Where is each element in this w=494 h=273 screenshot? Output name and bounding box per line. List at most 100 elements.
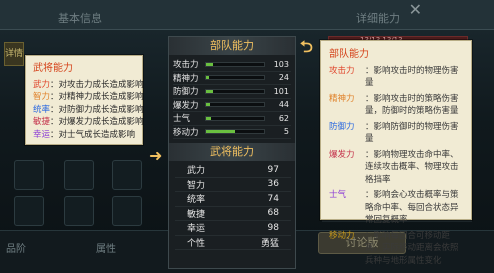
tooltip-row: 爆发力 ：影响物理攻击命中率、连续攻击概率、物理攻击格挡率	[329, 149, 465, 187]
tab-basic-info[interactable]: 基本信息	[58, 10, 102, 26]
stat-description: ：对攻击力成长造成影响	[50, 79, 144, 90]
stat-bar-fill	[206, 130, 235, 134]
unit-stat-label: 士气	[173, 114, 191, 125]
general-stat-row: 统率 74	[175, 192, 291, 207]
tooltip-row: 智力 ：对精神力成长造成影响	[33, 91, 144, 104]
stat-bar-fill	[206, 76, 209, 80]
stat-name: 智力	[33, 92, 51, 102]
general-stat-row: 武力 97	[175, 163, 291, 178]
stat-description: ：影响攻击时的策略伤害量，防御时的策略伤害量	[365, 93, 459, 117]
equipment-slot[interactable]	[14, 196, 44, 226]
stat-bar	[205, 115, 265, 121]
general-stat-row: 幸运 98	[175, 221, 291, 236]
stat-description: ：影响物理攻击命中率、连续攻击概率、物理攻击格挡率	[365, 149, 459, 185]
equipment-slot[interactable]	[14, 160, 44, 190]
tooltip-row: 武力 ：对攻击力成长造成影响	[33, 79, 144, 92]
unit-stat-row: 防御力 101	[173, 85, 291, 99]
general-stat-label: 敏捷	[187, 209, 206, 220]
general-stat-label: 智力	[187, 180, 206, 191]
stat-bar-fill	[206, 89, 213, 93]
unit-stat-row: 士气 62	[173, 112, 291, 126]
grade-label: 品阶	[6, 244, 26, 255]
unit-stat-value: 101	[273, 86, 289, 96]
stat-description: ：对爆发力成长造成影响	[50, 117, 144, 127]
stat-name: 移动力	[329, 230, 355, 241]
general-stat-row: 个性 勇猛	[175, 236, 291, 250]
general-stat-label: 个性	[187, 238, 206, 249]
stat-description: ：影响每回合可移动距离，实际移动距离会依照兵种与地形属性变化	[365, 230, 459, 266]
general-stat-label: 幸运	[187, 224, 206, 235]
unit-ability-tooltip: 部队能力 攻击力 ：影响攻击时的物理伤害量 精神力 ：影响攻击时的策略伤害量，防御时的…	[320, 40, 472, 266]
stat-description: ：对精神力成长造成影响	[50, 92, 144, 102]
stat-description: ：影响防御时的物理伤害量	[365, 121, 459, 145]
unit-stat-value: 44	[278, 100, 289, 110]
stats-panel: 部队能力 攻击力 103 精神力 24 防御力 101 爆发力 44 士气 62 移动力 5 武将能力…	[168, 36, 296, 269]
tooltip-title: 部队能力	[329, 49, 369, 60]
general-stat-value: 98	[267, 222, 279, 233]
stat-description: ：影响攻击时的物理伤害量	[365, 65, 459, 89]
stat-bar-fill	[206, 116, 212, 120]
unit-stat-label: 攻击力	[173, 60, 199, 71]
tooltip-row: 统率 ：对防御力成长造成影响	[33, 104, 144, 117]
stat-name: 攻击力	[329, 65, 355, 76]
unit-stat-label: 防御力	[173, 87, 199, 98]
general-stat-value: 68	[267, 208, 279, 219]
unit-stat-value: 62	[278, 113, 289, 123]
tooltip-row: 防御力 ：影响防御时的物理伤害量	[329, 121, 465, 146]
stat-description: ：对防御力成长造成影响	[50, 104, 144, 115]
equipment-slot[interactable]	[64, 160, 94, 190]
tooltip-title: 武将能力	[33, 63, 73, 74]
general-stat-row: 智力 36	[175, 178, 291, 192]
equipment-slot[interactable]	[64, 196, 94, 226]
general-stat-value: 勇猛	[260, 238, 279, 249]
equipment-slot[interactable]	[112, 160, 142, 190]
stat-name: 士气	[329, 190, 347, 200]
general-stat-label: 武力	[187, 166, 206, 177]
unit-stat-value: 103	[273, 59, 289, 69]
side-detail-button[interactable]: 详情	[4, 42, 24, 66]
general-stat-value: 74	[267, 193, 279, 204]
stat-name: 爆发力	[329, 149, 355, 160]
tooltip-row: 敏捷 ：对爆发力成长造成影响	[33, 116, 144, 129]
general-stat-value: 97	[267, 164, 279, 175]
unit-ability-header: 部队能力	[169, 37, 295, 55]
stat-bar	[205, 88, 265, 94]
general-stat-value: 36	[267, 179, 279, 190]
unit-stat-value: 5	[283, 127, 289, 137]
arrow-right-icon: ➜	[149, 146, 163, 165]
tooltip-row: 士气 ：影响会心攻击概率与策略命中率、每回合状态异常回复概率	[329, 189, 465, 227]
unit-stat-row: 爆发力 44	[173, 99, 291, 112]
stat-bar-fill	[206, 62, 213, 66]
stat-name: 防御力	[329, 121, 355, 132]
stat-name: 幸运	[33, 129, 51, 140]
stat-bar	[205, 61, 265, 67]
stat-bar	[205, 75, 265, 81]
attribute-label: 属性	[96, 244, 116, 255]
stat-description: ：影响会心攻击概率与策略命中率、每回合状态异常回复概率	[365, 190, 459, 225]
stat-bar-fill	[206, 103, 211, 107]
stat-description: ：对士气成长造成影响	[50, 129, 136, 140]
general-stat-row: 敏捷 68	[175, 207, 291, 221]
unit-stat-row: 精神力 24	[173, 72, 291, 85]
unit-stat-label: 爆发力	[173, 100, 199, 111]
stat-bar	[205, 102, 265, 108]
unit-stat-row: 攻击力 103	[173, 58, 291, 72]
general-stat-label: 统率	[187, 195, 206, 206]
stat-bar	[205, 129, 265, 135]
unit-stat-label: 精神力	[173, 73, 199, 84]
unit-stat-value: 24	[278, 73, 289, 83]
arrow-left-icon: ⮌	[300, 37, 313, 56]
stat-name: 统率	[33, 104, 51, 115]
tooltip-row: 攻击力 ：影响攻击时的物理伤害量	[329, 65, 465, 90]
tooltip-row: 幸运 ：对士气成长造成影响	[33, 129, 135, 142]
stat-name: 精神力	[329, 93, 355, 104]
unit-stat-label: 移动力	[173, 127, 199, 138]
stat-name: 敏捷	[33, 117, 51, 127]
equipment-slot[interactable]	[112, 196, 142, 226]
tooltip-row: 移动力 ：影响每回合可移动距离，实际移动距离会依照兵种与地形属性变化	[329, 230, 465, 268]
tab-detailed-ability[interactable]: 详细能力	[356, 10, 400, 26]
close-icon[interactable]: ✕	[409, 0, 422, 19]
general-ability-header: 武将能力	[169, 143, 295, 161]
general-ability-tooltip: 武将能力 武力 ：对攻击力成长造成影响 智力 ：对精神力成长造成影响 统率 ：对防御力成长…	[25, 55, 144, 145]
tooltip-row: 精神力 ：影响攻击时的策略伤害量，防御时的策略伤害量	[329, 93, 465, 118]
